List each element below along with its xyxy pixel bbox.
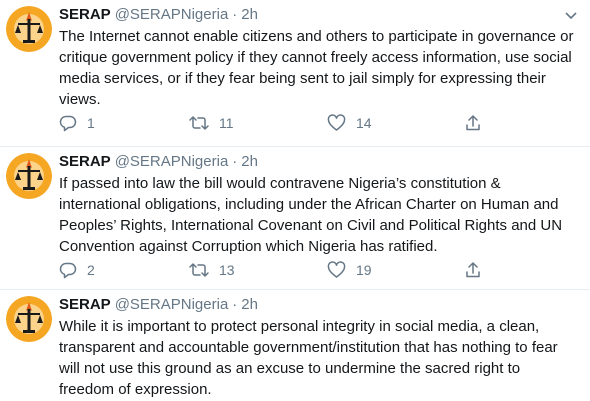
separator-dot: · — [232, 6, 238, 23]
serap-logo-icon — [6, 296, 52, 342]
avatar[interactable] — [6, 6, 52, 52]
tweet-timestamp[interactable]: 2h — [241, 4, 258, 26]
retweet-button[interactable]: 13 — [189, 261, 235, 279]
tweet-text: If passed into law the bill would contra… — [59, 175, 563, 255]
tweet-header: SERAP @SERAPNigeria · 2h — [59, 151, 578, 173]
reply-count: 1 — [87, 115, 95, 131]
author-handle[interactable]: @SERAPNigeria — [115, 151, 229, 173]
avatar[interactable] — [6, 153, 52, 199]
like-button[interactable]: 14 — [327, 114, 372, 132]
tweet-header: SERAP @SERAPNigeria · 2h — [59, 294, 578, 316]
heart-icon — [327, 114, 346, 131]
tweet-text: The Internet cannot enable citizens and … — [59, 28, 574, 108]
tweet-text: While it is important to protect persona… — [59, 318, 558, 398]
retweet-count: 11 — [219, 115, 234, 131]
separator-dot: · — [232, 296, 238, 313]
tweet-timestamp[interactable]: 2h — [241, 151, 258, 173]
tweet[interactable]: SERAP @SERAPNigeria · 2h The Internet ca… — [0, 0, 590, 147]
tweet[interactable]: SERAP @SERAPNigeria · 2h While it is imp… — [0, 290, 590, 401]
like-count: 14 — [356, 115, 372, 131]
reply-count: 2 — [87, 262, 95, 278]
share-button[interactable] — [464, 114, 482, 132]
tweet[interactable]: SERAP @SERAPNigeria · 2h If passed into … — [0, 147, 590, 290]
heart-icon — [327, 261, 346, 278]
reply-icon — [59, 115, 77, 132]
retweet-button[interactable]: 11 — [189, 114, 234, 132]
like-count: 19 — [356, 262, 372, 278]
reply-button[interactable]: 1 — [59, 114, 95, 132]
like-button[interactable]: 19 — [327, 261, 372, 279]
chevron-down-icon[interactable] — [564, 8, 578, 22]
tweet-actions: 1 11 14 — [59, 112, 578, 134]
serap-logo-icon — [6, 153, 52, 199]
author-name[interactable]: SERAP — [59, 294, 111, 316]
retweet-count: 13 — [219, 262, 235, 278]
reply-button[interactable]: 2 — [59, 261, 95, 279]
share-icon — [466, 115, 480, 131]
avatar[interactable] — [6, 296, 52, 342]
retweet-icon — [189, 263, 209, 277]
share-icon — [466, 262, 480, 278]
tweet-feed: SERAP @SERAPNigeria · 2h The Internet ca… — [0, 0, 590, 401]
reply-icon — [59, 262, 77, 279]
author-name[interactable]: SERAP — [59, 151, 111, 173]
author-handle[interactable]: @SERAPNigeria — [115, 294, 229, 316]
serap-logo-icon — [6, 6, 52, 52]
separator-dot: · — [232, 153, 238, 170]
share-button[interactable] — [464, 261, 482, 279]
retweet-icon — [189, 116, 209, 130]
tweet-timestamp[interactable]: 2h — [241, 294, 258, 316]
tweet-actions: 2 13 19 — [59, 259, 578, 281]
tweet-header: SERAP @SERAPNigeria · 2h — [59, 4, 578, 26]
author-handle[interactable]: @SERAPNigeria — [115, 4, 229, 26]
author-name[interactable]: SERAP — [59, 4, 111, 26]
